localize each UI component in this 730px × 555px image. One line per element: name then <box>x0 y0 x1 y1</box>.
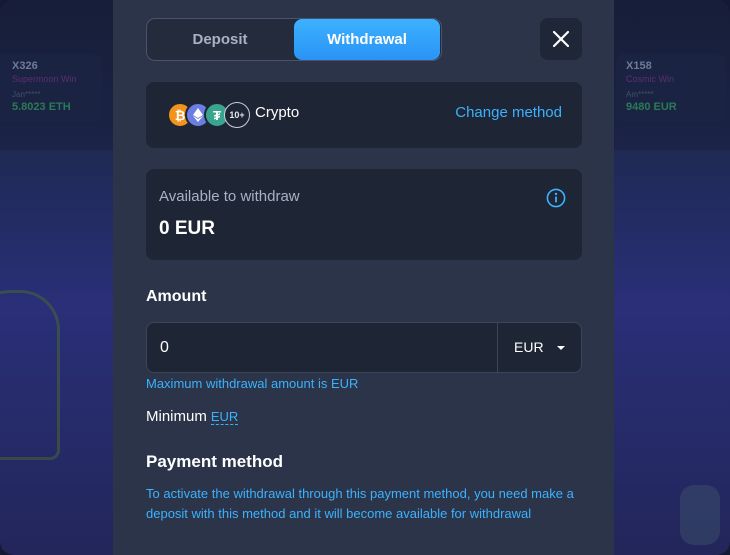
background-card-id: X158 <box>626 60 652 72</box>
minimum-value[interactable]: EUR <box>210 409 239 425</box>
background-card-title: Cosmic Win <box>626 74 675 84</box>
background-hoop <box>0 290 60 460</box>
tab-withdrawal[interactable]: Withdrawal <box>294 19 440 60</box>
background-win-card: X326 Supermoon Win Jan***** 5.8023 ETH <box>0 54 102 122</box>
crypto-icons: ₿ ₮ 10+ <box>167 102 257 128</box>
balance-value: 0 EUR <box>159 218 215 239</box>
background-card-id: X326 <box>12 60 38 72</box>
payment-method-selector: ₿ ₮ 10+ Crypto Change method <box>146 82 582 148</box>
chevron-down-icon <box>557 346 565 350</box>
amount-label: Amount <box>146 288 207 305</box>
minimum-row: Minimum EUR <box>146 408 239 425</box>
change-method-link[interactable]: Change method <box>455 104 562 121</box>
minimum-label: Minimum <box>146 408 207 425</box>
method-name: Crypto <box>255 104 300 121</box>
close-button[interactable] <box>540 18 582 60</box>
background-card-user: Jan***** <box>12 90 41 99</box>
background-card-amount: 9480 EUR <box>626 101 677 113</box>
balance-label: Available to withdraw <box>159 188 300 205</box>
payment-method-note: To activate the withdrawal through this … <box>146 486 574 521</box>
background-figure <box>680 485 720 545</box>
payment-method-title: Payment method <box>146 452 283 471</box>
withdrawal-modal: Deposit Withdrawal ₿ ₮ 10+ Crypto Change… <box>113 0 614 555</box>
currency-select[interactable]: EUR <box>497 323 581 372</box>
background-card-user: Am***** <box>626 90 654 99</box>
currency-value: EUR <box>514 339 544 355</box>
background-card-title: Supermoon Win <box>12 74 77 84</box>
deposit-withdrawal-tabs: Deposit Withdrawal <box>146 18 442 61</box>
background-win-card: X158 Cosmic Win Am***** 9480 EUR <box>616 54 726 122</box>
info-icon[interactable] <box>546 188 566 208</box>
amount-field: EUR <box>146 322 582 373</box>
available-balance-box: Available to withdraw 0 EUR <box>146 169 582 260</box>
max-withdrawal-note: Maximum withdrawal amount is EUR <box>146 376 359 391</box>
background-card-amount: 5.8023 ETH <box>12 101 71 113</box>
amount-input[interactable] <box>147 323 497 372</box>
tab-deposit[interactable]: Deposit <box>147 19 293 60</box>
close-icon <box>552 30 570 48</box>
more-coins-badge: 10+ <box>224 102 250 128</box>
